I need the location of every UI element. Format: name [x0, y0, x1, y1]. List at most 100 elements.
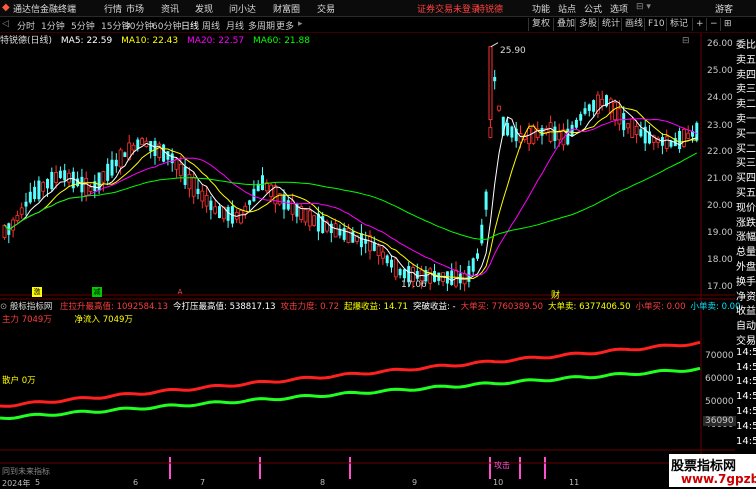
- ma-line-5: [4, 99, 697, 282]
- btn-duogu[interactable]: 多股: [575, 18, 600, 31]
- candle-body: [385, 255, 389, 264]
- candle-body: [24, 201, 28, 207]
- high-pointer: [490, 42, 499, 48]
- menu-shichang[interactable]: 市场: [126, 2, 144, 15]
- indicator-name[interactable]: 般标指标网: [10, 302, 53, 312]
- btn-huaxian[interactable]: 画线: [621, 18, 646, 31]
- candle-body: [622, 113, 626, 131]
- menu-jiaoyi[interactable]: 交易: [317, 2, 335, 15]
- candle-body: [471, 258, 475, 272]
- low-price-label: 17.06: [401, 280, 427, 290]
- ind-tick: 50000: [705, 397, 734, 407]
- candle-body: [510, 126, 514, 138]
- candle-body: [136, 139, 140, 149]
- candle-body: [678, 130, 682, 150]
- menu-gongneng[interactable]: 功能: [532, 2, 550, 15]
- period-weekly[interactable]: 周线: [202, 19, 220, 32]
- btn-fuquan[interactable]: 复权: [528, 18, 553, 31]
- kline-chart[interactable]: [0, 33, 735, 487]
- candle-body: [368, 235, 372, 252]
- period-1min[interactable]: 1分钟: [41, 19, 65, 32]
- period-daily[interactable]: 日线: [181, 19, 199, 32]
- candle-body: [110, 159, 114, 176]
- quote-panel-item: 自动: [736, 321, 756, 333]
- event-pill[interactable]: 激: [32, 287, 42, 297]
- candle-body: [488, 46, 493, 121]
- candle-body: [162, 144, 166, 162]
- period-multi[interactable]: 多周期: [248, 19, 275, 32]
- period-fenshi[interactable]: 分时: [17, 19, 35, 32]
- candle-body: [196, 188, 200, 195]
- period-5min[interactable]: 5分钟: [71, 19, 95, 32]
- date-label: 7: [200, 478, 206, 487]
- candle-body: [239, 210, 243, 224]
- candle-body: [639, 129, 643, 137]
- indicator-header-2: 主力 7049万 净流入 7049万: [0, 313, 133, 325]
- period-more[interactable]: 更多: [276, 19, 294, 32]
- indicator-item: 突破收益: -: [412, 302, 456, 312]
- quote-panel-item: 14:5: [736, 406, 756, 417]
- price-tick: 25.00: [707, 66, 733, 76]
- login-status[interactable]: 证券交易未登录: [417, 2, 480, 15]
- candle-body: [480, 224, 484, 244]
- candle-body: [307, 210, 312, 227]
- quote-panel-item: 换手: [736, 276, 756, 288]
- candle-body: [376, 245, 381, 257]
- menu-caifuquan[interactable]: 财富圈: [273, 2, 300, 15]
- candle-body: [218, 206, 221, 218]
- menu-hangqing[interactable]: 行情: [104, 2, 122, 15]
- window-controls-icon[interactable]: ⊟ ▾: [636, 2, 651, 12]
- btn-minus-icon[interactable]: −: [706, 18, 721, 31]
- candle-body: [626, 123, 630, 129]
- menu-zhandian[interactable]: 站点: [558, 2, 576, 15]
- candle-body: [630, 118, 635, 138]
- indicator-item: 起爆收益: 14.71: [344, 302, 408, 312]
- user-label[interactable]: 游客: [715, 2, 733, 15]
- candle-body: [88, 186, 93, 192]
- candle-body: [617, 108, 622, 125]
- indicator-item: 大单卖: 6377406.50: [548, 302, 631, 312]
- ind-current-value: 36090: [703, 416, 736, 426]
- menu-gongshi[interactable]: 公式: [584, 2, 602, 15]
- candle-body: [200, 190, 205, 202]
- candle-body: [346, 228, 351, 243]
- more-chevron-icon[interactable]: ▸: [298, 19, 303, 29]
- candle-body: [380, 251, 385, 259]
- candle-body: [15, 215, 20, 222]
- candle-body: [359, 233, 363, 248]
- candle-body: [592, 100, 596, 112]
- event-pill[interactable]: A: [175, 287, 185, 297]
- candle-body: [209, 200, 213, 211]
- candle-body: [634, 125, 639, 135]
- event-pill[interactable]: 减: [92, 287, 102, 297]
- price-tick: 19.00: [707, 228, 733, 238]
- indicator-settings-icon[interactable]: ⊙: [0, 302, 7, 312]
- btn-plus-icon[interactable]: +: [692, 18, 707, 31]
- quote-panel-item: 14:5: [736, 376, 756, 388]
- date-label: 5: [35, 478, 41, 487]
- quote-panel-item: 涨幅: [736, 232, 756, 244]
- back-icon[interactable]: ◁: [2, 19, 9, 29]
- btn-tongji[interactable]: 统计: [598, 18, 623, 31]
- quote-panel-item: 总量: [736, 247, 756, 259]
- candle-body: [286, 200, 290, 210]
- btn-f10[interactable]: F10: [644, 18, 668, 31]
- candle-body: [41, 181, 46, 192]
- btn-biaoji[interactable]: 标记: [666, 18, 691, 31]
- watermark-url: www.7gpzb.com: [681, 472, 756, 486]
- period-30min[interactable]: 30分钟: [124, 19, 153, 32]
- menu-xuanxiang[interactable]: 选项: [610, 2, 628, 15]
- menu-faxian[interactable]: 发现: [195, 2, 213, 15]
- candle-body: [467, 265, 471, 282]
- quote-panel-item: 14:5: [736, 420, 756, 432]
- period-60min[interactable]: 60分钟: [152, 19, 181, 32]
- quote-panel-item: 卖四: [736, 69, 756, 81]
- site-watermark: 股票指标网 www.7gpzb.com: [669, 454, 756, 487]
- period-monthly[interactable]: 月线: [226, 19, 244, 32]
- menu-wenxiaoda[interactable]: 问小达: [229, 2, 256, 15]
- btn-layout-icon[interactable]: ⊞: [720, 18, 735, 31]
- price-axis: 26.00 25.00 24.00 23.00 22.00 21.00 20.0…: [707, 33, 735, 293]
- candle-body: [557, 130, 562, 141]
- candle-body: [84, 178, 89, 196]
- menu-zixun[interactable]: 资讯: [161, 2, 179, 15]
